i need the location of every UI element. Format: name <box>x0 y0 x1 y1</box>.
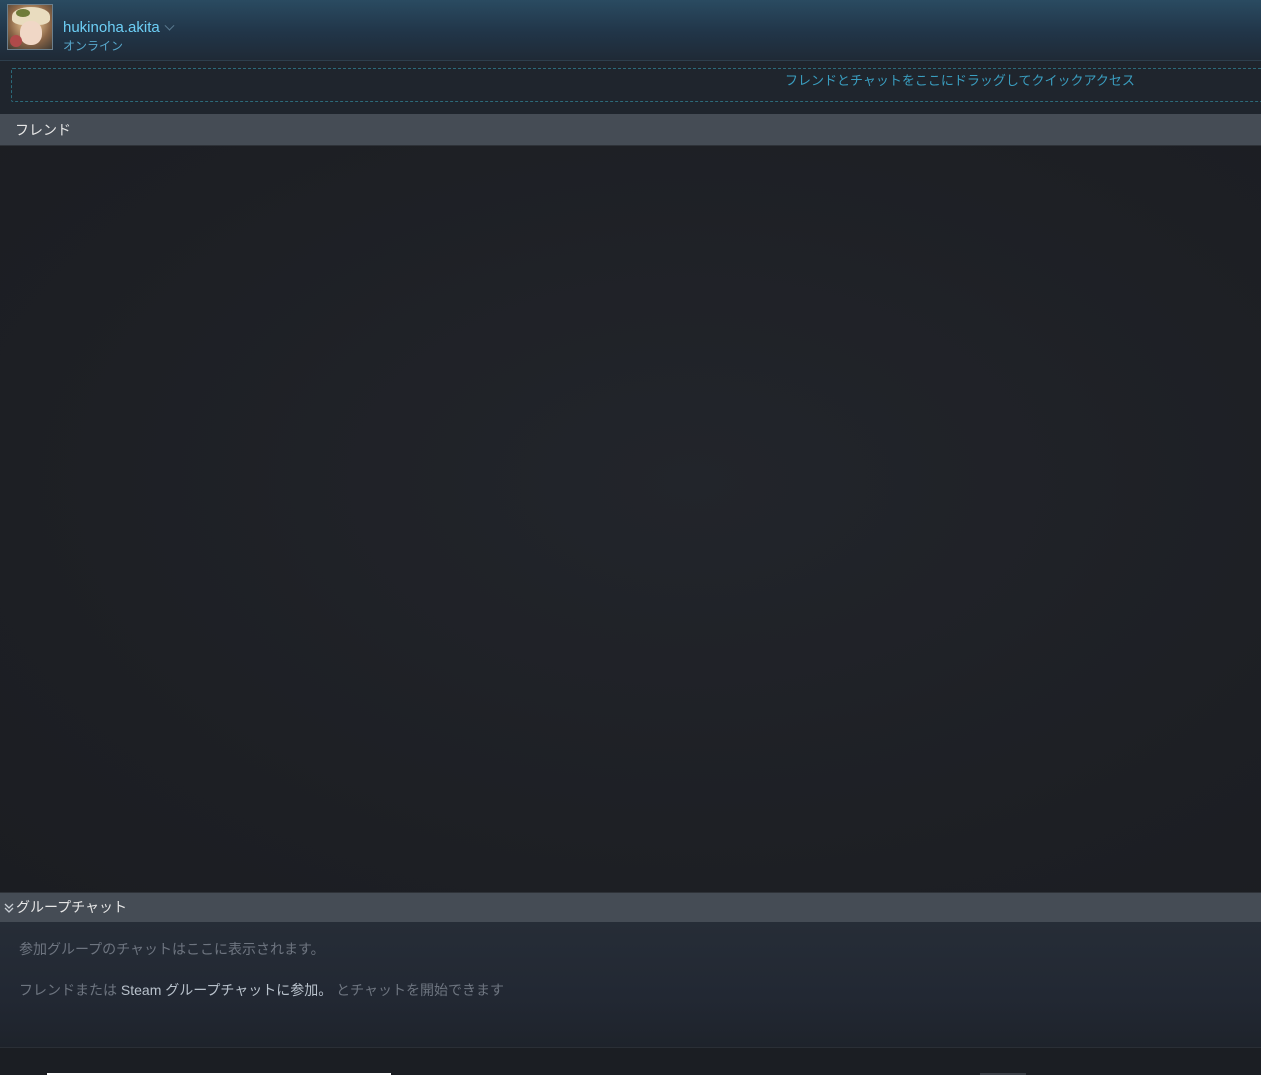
user-avatar[interactable] <box>7 4 53 50</box>
footer-bar <box>0 1047 1261 1075</box>
chevron-down-icon[interactable] <box>164 20 175 31</box>
join-hint-prefix: フレンドまたは <box>19 982 117 998</box>
group-chat-section-header[interactable]: グループチャット <box>0 892 1261 922</box>
friends-section-header[interactable]: フレンド <box>0 114 1261 146</box>
username-label[interactable]: hukinoha.akita <box>63 19 160 36</box>
avatar-face <box>20 21 42 45</box>
avatar-leaf <box>16 9 30 17</box>
join-group-chat-link[interactable]: Steam グループチャットに参加。 <box>121 982 332 998</box>
group-chat-section-title: グループチャット <box>16 899 128 915</box>
quick-access-area: フレンドとチャットをここにドラッグしてクイックアクセス <box>0 61 1261 114</box>
group-chat-join-hint: フレンドまたは Steam グループチャットに参加。 とチャットを開始できます <box>19 980 504 1000</box>
friends-chat-window: hukinoha.akita オンライン フレンドとチャットをここにドラッグして… <box>0 0 1261 1075</box>
group-chat-empty-message: 参加グループのチャットはここに表示されます。 <box>19 941 325 957</box>
online-status: オンライン <box>63 39 124 53</box>
collapse-icon[interactable] <box>4 902 14 914</box>
friends-list <box>0 146 1261 892</box>
avatar-ribbon <box>10 35 22 47</box>
username-dropdown[interactable]: hukinoha.akita <box>63 19 175 36</box>
join-hint-suffix: とチャットを開始できます <box>336 982 505 998</box>
quick-access-hint: フレンドとチャットをここにドラッグしてクイックアクセス <box>785 73 1135 88</box>
group-chat-list: 参加グループのチャットはここに表示されます。 フレンドまたは Steam グルー… <box>0 922 1261 1047</box>
friends-section-title: フレンド <box>15 122 71 138</box>
user-header: hukinoha.akita オンライン <box>0 0 1261 61</box>
